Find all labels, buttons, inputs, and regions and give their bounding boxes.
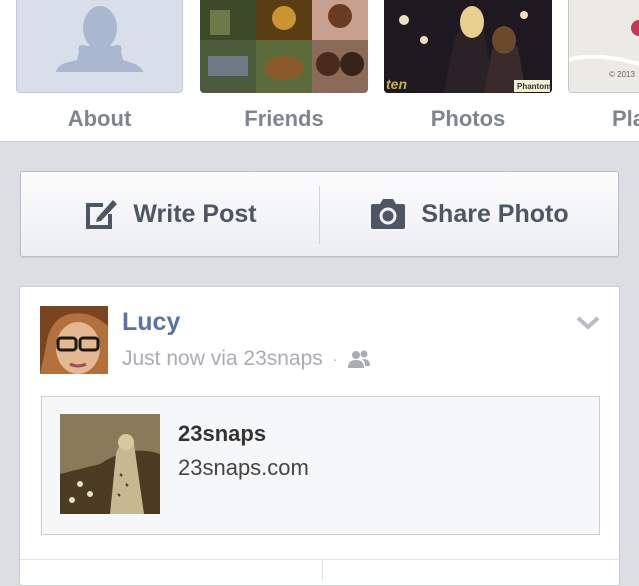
meta-separator: ·: [332, 351, 338, 367]
photos-label[interactable]: Photos: [384, 106, 552, 132]
write-post-button[interactable]: Write Post: [21, 172, 319, 256]
share-photo-label: Share Photo: [421, 199, 569, 228]
author-name[interactable]: Lucy: [122, 308, 180, 337]
photos-tile[interactable]: ten Phantom: [384, 0, 552, 93]
about-tile[interactable]: [16, 0, 183, 93]
attachment-photo: [60, 414, 160, 514]
about-label[interactable]: About: [16, 106, 183, 132]
compose-icon: [86, 200, 118, 229]
map-copyright: © 2013: [609, 70, 635, 79]
map-thumbnail: [569, 0, 639, 92]
story-meta: Just now via 23snaps ·: [122, 347, 371, 371]
publisher-action-bar: Write Post Share Photo: [20, 171, 619, 257]
write-post-label: Write Post: [133, 199, 257, 228]
attachment-title: 23snaps: [178, 421, 267, 446]
default-avatar-icon: [56, 6, 144, 74]
chevron-down-icon[interactable]: [576, 315, 600, 331]
avatar[interactable]: [40, 306, 108, 374]
photo-watermark-right: Phantom: [517, 82, 552, 91]
places-tile[interactable]: © 2013: [568, 0, 639, 93]
friends-tile[interactable]: [200, 0, 368, 93]
link-attachment[interactable]: 23snaps 23snaps.com: [41, 396, 600, 535]
attachment-domain: 23snaps.com: [178, 455, 309, 480]
avatar-photo: [40, 306, 108, 374]
places-label[interactable]: Pla: [612, 106, 639, 132]
profile-tiles-strip: ten Phantom © 2013 About Friends Photos …: [0, 0, 639, 142]
camera-icon: [371, 199, 406, 229]
share-photo-button[interactable]: Share Photo: [320, 172, 618, 256]
footer-button-divider: [322, 560, 323, 580]
story-card: Lucy Just now via 23snaps · 23snaps 23sn…: [19, 286, 620, 586]
friends-label[interactable]: Friends: [200, 106, 368, 132]
friends-photo-collage: [200, 0, 368, 93]
friends-audience-icon[interactable]: [347, 349, 371, 369]
card-footer-divider: [20, 559, 619, 560]
attachment-thumbnail: [60, 414, 160, 514]
story-timestamp[interactable]: Just now via 23snaps: [122, 347, 323, 371]
photo-watermark-left: ten: [386, 76, 407, 92]
photos-thumbnail: [384, 0, 552, 93]
